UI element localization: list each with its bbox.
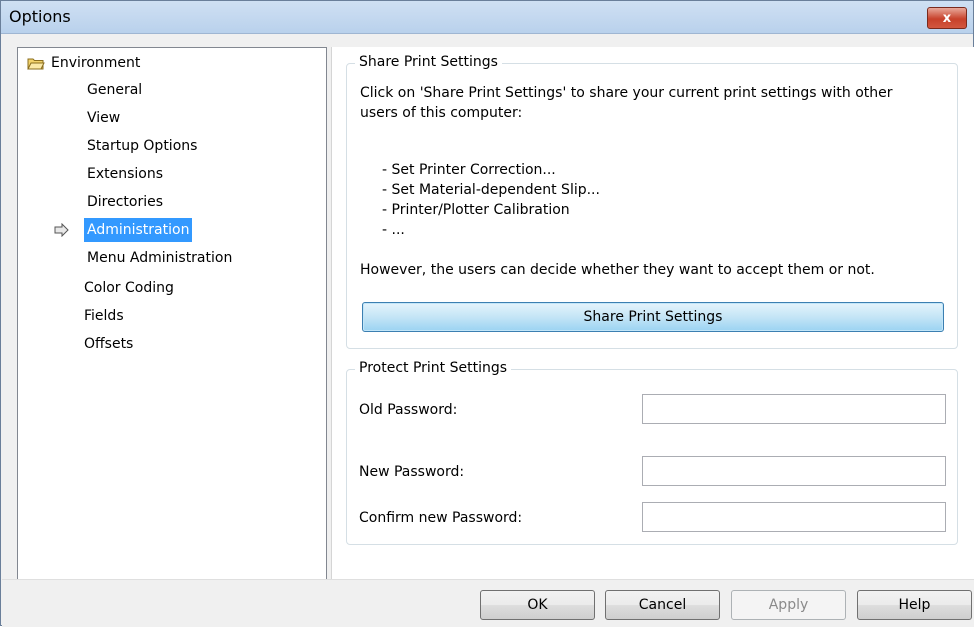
window-title: Options xyxy=(9,7,71,26)
tree-item-extensions[interactable]: Extensions xyxy=(84,162,166,186)
navigation-tree: Environment General View Startup Options… xyxy=(17,47,327,611)
tree-item-view[interactable]: View xyxy=(84,106,123,130)
share-intro-line1: Click on 'Share Print Settings' to share… xyxy=(360,85,893,101)
share-bullet-1: - Set Printer Correction... xyxy=(382,162,556,178)
title-bar[interactable]: Options x xyxy=(1,1,973,34)
share-print-settings-button[interactable]: Share Print Settings xyxy=(362,302,944,332)
new-password-field[interactable] xyxy=(642,456,946,486)
dialog-button-bar: OK Cancel Apply Help xyxy=(2,579,974,627)
confirm-password-label: Confirm new Password: xyxy=(359,510,523,526)
tree-item-offsets[interactable]: Offsets xyxy=(81,332,136,356)
arrow-right-icon xyxy=(54,223,69,237)
tree-item-startup-options[interactable]: Startup Options xyxy=(84,134,200,158)
confirm-password-field[interactable] xyxy=(642,502,946,532)
cancel-button[interactable]: Cancel xyxy=(605,590,720,620)
share-group-legend: Share Print Settings xyxy=(355,54,502,70)
tree-item-directories[interactable]: Directories xyxy=(84,190,166,214)
tree-item-environment[interactable]: Environment xyxy=(27,52,140,74)
share-bullet-3: - Printer/Plotter Calibration xyxy=(382,202,570,218)
tree-item-administration[interactable]: Administration xyxy=(84,218,193,242)
share-print-settings-group: Share Print Settings Click on 'Share Pri… xyxy=(346,54,958,349)
protect-print-settings-group: Protect Print Settings Old Password: New… xyxy=(346,360,958,545)
share-bullet-2: - Set Material-dependent Slip... xyxy=(382,182,600,198)
ok-button[interactable]: OK xyxy=(480,590,595,620)
folder-open-icon xyxy=(27,57,45,70)
tree-item-menu-administration[interactable]: Menu Administration xyxy=(84,246,235,270)
new-password-label: New Password: xyxy=(359,464,465,480)
tree-item-label: Environment xyxy=(51,55,141,71)
protect-group-legend: Protect Print Settings xyxy=(355,360,512,376)
settings-panel: Share Print Settings Click on 'Share Pri… xyxy=(331,47,974,579)
close-icon: x xyxy=(942,10,952,26)
share-intro-line2: users of this computer: xyxy=(360,105,523,121)
help-button[interactable]: Help xyxy=(857,590,972,620)
options-dialog: Options x Environment General View Start… xyxy=(0,0,974,627)
old-password-label: Old Password: xyxy=(359,402,458,418)
tree-item-general[interactable]: General xyxy=(84,78,145,102)
tree-item-color-coding[interactable]: Color Coding xyxy=(81,276,177,300)
share-bullet-4: - ... xyxy=(382,222,405,238)
tree-item-fields[interactable]: Fields xyxy=(81,304,127,328)
close-button[interactable]: x xyxy=(927,7,967,29)
old-password-field[interactable] xyxy=(642,394,946,424)
apply-button[interactable]: Apply xyxy=(731,590,846,620)
share-note: However, the users can decide whether th… xyxy=(360,262,875,278)
